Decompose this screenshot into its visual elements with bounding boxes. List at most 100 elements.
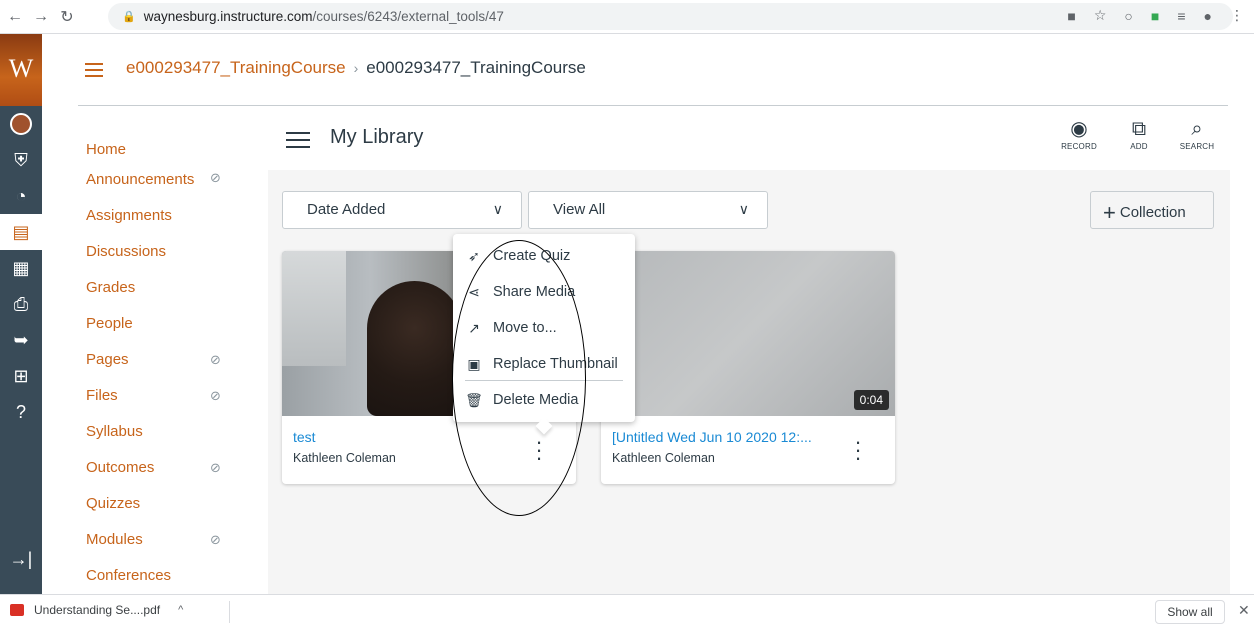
course-nav-assignments[interactable]: Assignments bbox=[86, 206, 236, 242]
more-vert-icon[interactable]: ⋮ bbox=[1230, 7, 1244, 24]
collection-label: Collection bbox=[1119, 204, 1186, 221]
course-nav-pages[interactable]: Pages ⊘ bbox=[86, 350, 236, 386]
course-nav-modules[interactable]: Modules ⊘ bbox=[86, 530, 236, 566]
admin-shield-icon[interactable]: ⛨ bbox=[0, 142, 42, 178]
hidden-eye-icon: ⊘ bbox=[210, 388, 221, 403]
course-nav-discussions[interactable]: Discussions bbox=[86, 242, 236, 278]
nav-label: Assignments bbox=[86, 207, 172, 224]
hidden-eye-icon: ⊘ bbox=[210, 460, 221, 475]
search-button[interactable]: ⌕ SEARCH bbox=[1172, 116, 1222, 151]
extension-icon[interactable]: ○ bbox=[1124, 8, 1132, 24]
nav-label: Files bbox=[86, 387, 118, 404]
nav-label: Quizzes bbox=[86, 495, 141, 512]
thumbnail-person bbox=[367, 281, 462, 416]
camera-icon[interactable]: ■ bbox=[1067, 8, 1075, 24]
nav-label: People bbox=[86, 315, 133, 332]
browser-toolbar: ← → ↻ 🔒 waynesburg.instructure.com/cours… bbox=[0, 0, 1254, 34]
url-path: /courses/6243/external_tools/47 bbox=[312, 9, 504, 24]
course-nav-quizzes[interactable]: Quizzes bbox=[86, 494, 236, 530]
add-button[interactable]: ⧉ ADD bbox=[1114, 116, 1164, 151]
profile-icon[interactable]: ● bbox=[1204, 8, 1212, 24]
plus-icon: + bbox=[1103, 200, 1116, 225]
library-menu-icon[interactable] bbox=[286, 132, 310, 153]
dashboard-icon[interactable]: ◔ bbox=[0, 178, 42, 214]
inbox-icon[interactable]: ⎙ bbox=[0, 286, 42, 322]
pdf-icon bbox=[10, 604, 24, 616]
show-all-button[interactable]: Show all bbox=[1155, 600, 1225, 624]
library-header: My Library ◉ RECORD ⧉ ADD ⌕ SEARCH bbox=[268, 108, 1230, 170]
breadcrumb-current: e000293477_TrainingCourse bbox=[366, 58, 586, 77]
download-item[interactable]: Understanding Se....pdf ^ bbox=[10, 603, 183, 617]
add-collection-button[interactable]: + Collection bbox=[1090, 191, 1214, 229]
reading-list-icon[interactable]: ≡ bbox=[1177, 8, 1185, 24]
address-bar[interactable]: 🔒 waynesburg.instructure.com/courses/624… bbox=[108, 3, 1233, 30]
nav-label: Conferences bbox=[86, 567, 172, 584]
chevron-up-icon[interactable]: ^ bbox=[178, 604, 183, 616]
filter-select[interactable]: View All ∨ bbox=[528, 191, 768, 229]
breadcrumb-separator: › bbox=[353, 60, 359, 76]
hidden-eye-icon: ⊘ bbox=[210, 532, 221, 547]
course-nav-people[interactable]: People bbox=[86, 314, 236, 350]
courses-icon[interactable]: ▤ bbox=[0, 214, 42, 250]
nav-label: Discussions bbox=[86, 243, 167, 260]
thumbnail-window bbox=[282, 251, 346, 366]
breadcrumb: e000293477_TrainingCourse › e000293477_T… bbox=[88, 58, 586, 78]
course-nav-files[interactable]: Files ⊘ bbox=[86, 386, 236, 422]
help-icon[interactable]: ? bbox=[0, 394, 42, 430]
chevron-down-icon: ∨ bbox=[492, 201, 503, 217]
media-card[interactable]: 0:04 [Untitled Wed Jun 10 2020 12:... Ka… bbox=[601, 251, 895, 484]
nav-label: Home bbox=[86, 141, 127, 158]
record-icon: ◉ bbox=[1070, 118, 1088, 140]
school-logo[interactable]: W bbox=[0, 34, 42, 106]
back-icon[interactable]: ← bbox=[4, 6, 26, 28]
media-title-link[interactable]: [Untitled Wed Jun 10 2020 12:... bbox=[612, 429, 852, 445]
search-label: SEARCH bbox=[1179, 142, 1215, 151]
account-avatar[interactable] bbox=[0, 106, 42, 142]
my-library-panel: My Library ◉ RECORD ⧉ ADD ⌕ SEARCH Date … bbox=[268, 108, 1230, 594]
course-nav-announcements[interactable]: Announcements ⊘ bbox=[86, 170, 236, 206]
media-author: Kathleen Coleman bbox=[293, 451, 396, 465]
nav-label: Grades bbox=[86, 279, 136, 296]
studio-icon[interactable]: ⊞ bbox=[0, 358, 42, 394]
library-title: My Library bbox=[330, 126, 424, 148]
add-media-icon: ⧉ bbox=[1131, 118, 1147, 140]
downloads-bar: Understanding Se....pdf ^ Show all ✕ bbox=[0, 594, 1254, 627]
global-navigation: W ⛨ ◔ ▤ ▦ ⎙ ➥ ⊞ ? →| bbox=[0, 34, 42, 594]
download-divider bbox=[229, 601, 230, 623]
more-options-icon[interactable]: · · · bbox=[853, 431, 863, 469]
hidden-eye-icon: ⊘ bbox=[210, 170, 221, 185]
download-file-name: Understanding Se....pdf bbox=[34, 603, 161, 617]
add-label: ADD bbox=[1130, 142, 1148, 151]
media-thumbnail[interactable]: 0:04 bbox=[601, 251, 895, 416]
nav-label: Pages bbox=[86, 351, 129, 368]
nav-label: Syllabus bbox=[86, 423, 143, 440]
sort-select[interactable]: Date Added ∨ bbox=[282, 191, 522, 229]
search-icon: ⌕ bbox=[1191, 118, 1203, 140]
record-label: RECORD bbox=[1061, 142, 1097, 151]
forward-icon[interactable]: → bbox=[30, 6, 52, 28]
annotation-ellipse bbox=[452, 240, 586, 516]
close-icon[interactable]: ✕ bbox=[1238, 602, 1250, 619]
course-nav-grades[interactable]: Grades bbox=[86, 278, 236, 314]
media-author: Kathleen Coleman bbox=[612, 451, 715, 465]
filter-select-value: View All bbox=[553, 201, 606, 218]
chevron-down-icon: ∨ bbox=[738, 201, 749, 217]
reload-icon[interactable]: ↻ bbox=[56, 6, 78, 28]
commons-icon[interactable]: ➥ bbox=[0, 322, 42, 358]
course-nav-syllabus[interactable]: Syllabus bbox=[86, 422, 236, 458]
collapse-nav-icon[interactable]: →| bbox=[0, 549, 42, 570]
star-icon[interactable]: ☆ bbox=[1094, 7, 1107, 24]
hidden-eye-icon: ⊘ bbox=[210, 352, 221, 367]
nav-label: Announcements bbox=[86, 171, 195, 188]
extension-green-icon[interactable]: ■ bbox=[1151, 8, 1159, 24]
lock-icon: 🔒 bbox=[122, 11, 136, 23]
course-nav-outcomes[interactable]: Outcomes ⊘ bbox=[86, 458, 236, 494]
url-host: waynesburg.instructure.com bbox=[143, 9, 313, 24]
breadcrumb-course-link[interactable]: e000293477_TrainingCourse bbox=[126, 58, 346, 78]
calendar-icon[interactable]: ▦ bbox=[0, 250, 42, 286]
avatar-icon bbox=[10, 113, 32, 135]
duration-badge: 0:04 bbox=[853, 390, 889, 410]
nav-label: Outcomes bbox=[86, 459, 155, 476]
course-navigation: Home Announcements ⊘ Assignments Discussi… bbox=[86, 140, 236, 602]
record-button[interactable]: ◉ RECORD bbox=[1054, 116, 1104, 151]
